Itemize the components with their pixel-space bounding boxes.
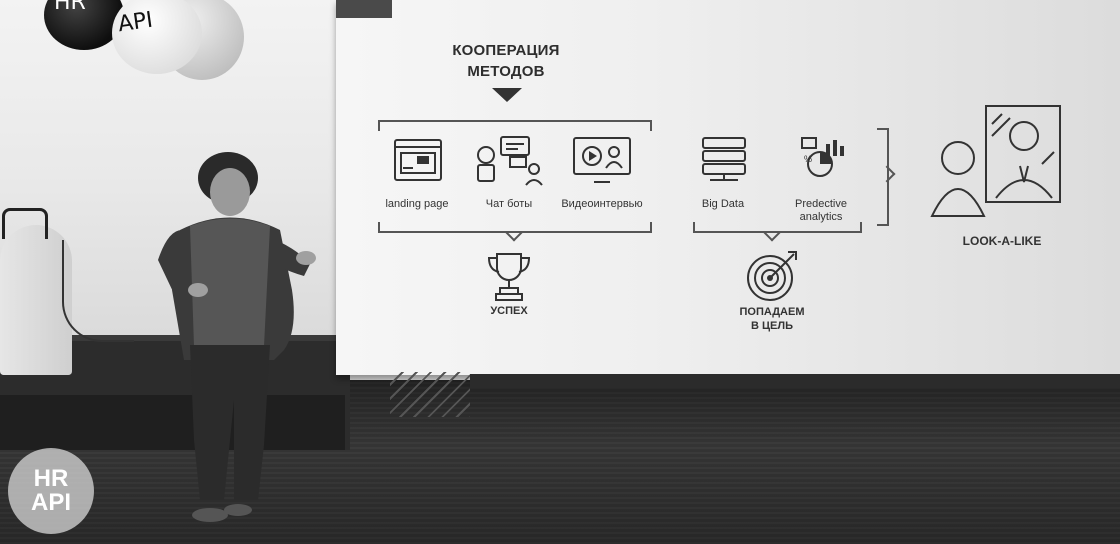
analytics-label-line2: analytics bbox=[799, 211, 843, 223]
logo-line2: API bbox=[30, 489, 71, 516]
chat-bot-icon bbox=[477, 136, 543, 186]
predictive-analytics-icon: % bbox=[801, 137, 844, 177]
screen-stand bbox=[390, 372, 470, 417]
screen-corner bbox=[336, 0, 392, 18]
data-label-analytics: Predective analytics bbox=[784, 198, 858, 224]
method-label-video: Видеоинтервью bbox=[561, 198, 643, 210]
chair-back bbox=[2, 208, 48, 239]
big-data-icon bbox=[702, 137, 746, 181]
balloon-text-api: API bbox=[116, 7, 155, 38]
target-icon bbox=[747, 251, 797, 301]
slide-title-line1: КООПЕРАЦИЯ bbox=[452, 42, 560, 59]
logo-line1: HR bbox=[33, 465, 69, 492]
data-label-bigdata: Big Data bbox=[701, 198, 745, 210]
lookalike-label: LOOK-A-LIKE bbox=[962, 234, 1042, 248]
success-label: УСПЕХ bbox=[490, 305, 528, 317]
trophy-icon bbox=[487, 253, 531, 301]
analytics-label-line1: Predective bbox=[795, 198, 847, 210]
target-label-line1: ПОПАДАЕМ bbox=[739, 306, 805, 318]
down-arrow-icon bbox=[492, 88, 522, 102]
method-label-chatbot: Чат боты bbox=[485, 198, 533, 210]
conference-photo: HR API КООПЕРАЦИЯ МЕТОДОВ landing page Ч… bbox=[0, 0, 1120, 544]
methods-bracket-top bbox=[378, 120, 652, 131]
hr-api-logo: HR API bbox=[8, 448, 94, 534]
speaker-person bbox=[158, 152, 316, 522]
mirror-person-icon bbox=[930, 105, 1061, 217]
slide-title: КООПЕРАЦИЯ МЕТОДОВ bbox=[436, 40, 576, 82]
landing-page-icon bbox=[394, 139, 442, 181]
target-label: ПОПАДАЕМ В ЦЕЛЬ bbox=[724, 305, 820, 333]
balloon-text-hr: HR bbox=[54, 0, 86, 15]
method-label-landing: landing page bbox=[385, 198, 449, 210]
slide-title-line2: МЕТОДОВ bbox=[467, 63, 545, 80]
svg-text:%: % bbox=[804, 154, 812, 164]
video-interview-icon bbox=[573, 137, 631, 183]
screen-bottom-edge bbox=[470, 374, 1120, 388]
target-label-line2: В ЦЕЛЬ bbox=[751, 320, 793, 332]
